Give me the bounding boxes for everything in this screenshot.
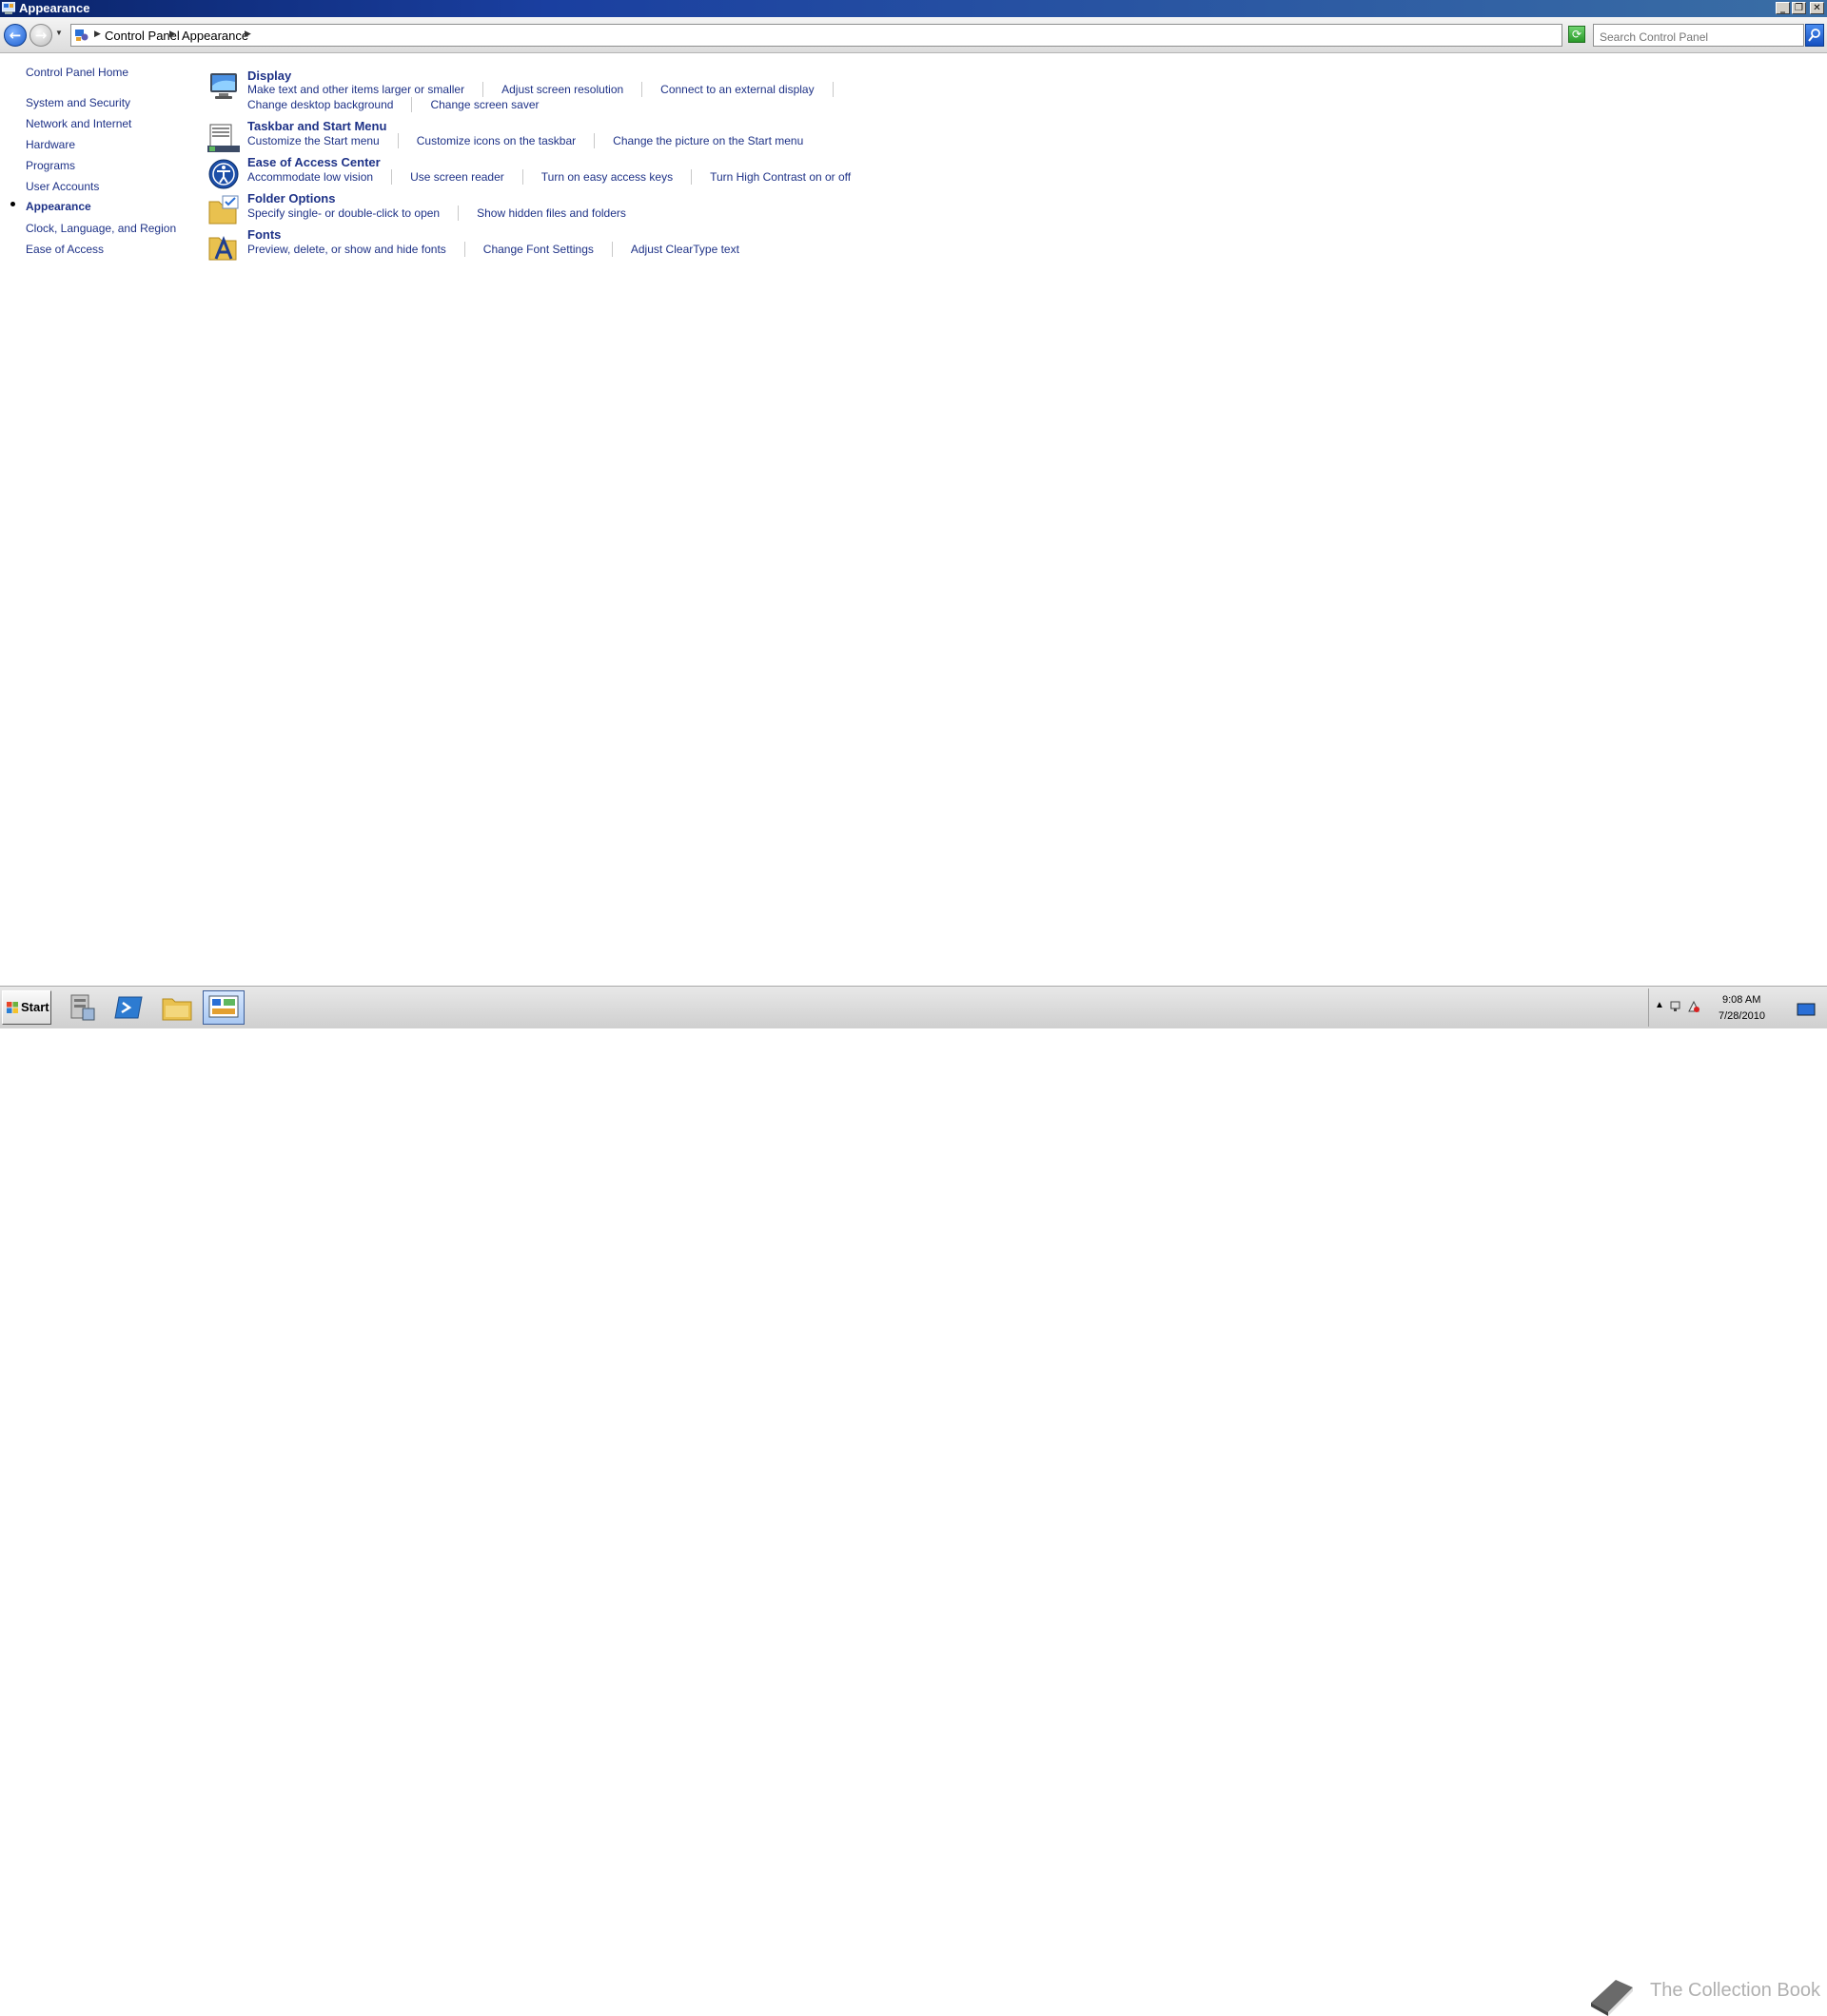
nav-clock-language-region[interactable]: Clock, Language, and Region	[26, 222, 176, 235]
fonts-tasks-row: Preview, delete, or show and hide fonts C…	[247, 242, 776, 257]
clock-date[interactable]: 7/28/2010	[1719, 1010, 1765, 1022]
display-tasks-row-1: Make text and other items larger or smal…	[247, 82, 852, 97]
breadcrumb-appearance[interactable]: Appearance	[182, 29, 248, 43]
windows-flag-icon	[7, 1002, 18, 1013]
server-manager-icon	[70, 994, 95, 1021]
recent-pages-dropdown-icon[interactable]: ▼	[55, 29, 63, 37]
powershell-button[interactable]	[108, 990, 150, 1025]
restore-button[interactable]: ❐	[1792, 2, 1806, 14]
task-adjust-screen-resolution[interactable]: Adjust screen resolution	[501, 82, 643, 97]
task-customize-start-menu[interactable]: Customize the Start menu	[247, 133, 399, 148]
category-fonts-title[interactable]: Fonts	[247, 227, 281, 242]
task-use-screen-reader[interactable]: Use screen reader	[410, 169, 523, 185]
folder-options-tasks-row: Specify single- or double-click to open S…	[247, 206, 662, 221]
close-button[interactable]: ✕	[1810, 2, 1824, 14]
task-preview-delete-fonts[interactable]: Preview, delete, or show and hide fonts	[247, 242, 465, 257]
task-easy-access-keys[interactable]: Turn on easy access keys	[541, 169, 693, 185]
watermark-text: The Collection Book	[1650, 1980, 1820, 2001]
task-change-start-menu-picture[interactable]: Change the picture on the Start menu	[613, 133, 821, 148]
forward-button[interactable]: →	[29, 24, 52, 47]
show-hidden-icons-icon[interactable]: ▲	[1655, 1000, 1664, 1010]
breadcrumb-control-panel[interactable]: Control Panel	[105, 29, 180, 43]
clock-time[interactable]: 9:08 AM	[1722, 994, 1760, 1006]
start-label: Start	[21, 1000, 49, 1014]
taskbar-tasks-row: Customize the Start menu Customize icons …	[247, 133, 839, 148]
display-tasks-row-2: Change desktop background Change screen s…	[247, 97, 576, 112]
task-change-font-settings[interactable]: Change Font Settings	[483, 242, 613, 257]
nav-programs[interactable]: Programs	[26, 159, 75, 172]
task-make-text-larger[interactable]: Make text and other items larger or smal…	[247, 82, 484, 97]
task-connect-external-display[interactable]: Connect to an external display	[660, 82, 834, 97]
task-high-contrast[interactable]: Turn High Contrast on or off	[710, 169, 869, 185]
back-button[interactable]: ←	[4, 24, 27, 47]
ease-of-access-tasks-row: Accommodate low vision Use screen reader T…	[247, 169, 887, 185]
watermark: The Collection Book	[1591, 1980, 1820, 2016]
breadcrumb[interactable]: ▶ Control Panel ▶ Appearance ▶ ▼	[70, 24, 1627, 47]
nav-ease-of-access[interactable]: Ease of Access	[26, 243, 104, 256]
window-title: Appearance	[19, 1, 90, 15]
network-icon[interactable]	[1670, 1000, 1683, 1013]
current-item-bullet	[10, 202, 15, 206]
display-icon[interactable]	[207, 70, 240, 103]
task-change-screen-saver[interactable]: Change screen saver	[430, 97, 557, 112]
fonts-icon[interactable]	[207, 230, 240, 263]
breadcrumb-separator-icon[interactable]: ▶	[94, 29, 101, 39]
nav-hardware[interactable]: Hardware	[26, 138, 75, 151]
control-panel-icon	[2, 2, 15, 14]
control-panel-icon	[75, 29, 88, 41]
task-accommodate-low-vision[interactable]: Accommodate low vision	[247, 169, 393, 185]
control-panel-taskbar-button[interactable]	[203, 990, 245, 1025]
category-taskbar-title[interactable]: Taskbar and Start Menu	[247, 119, 386, 133]
nav-system-and-security[interactable]: System and Security	[26, 96, 130, 109]
task-show-hidden-files[interactable]: Show hidden files and folders	[477, 206, 644, 221]
start-button[interactable]: Start	[2, 990, 51, 1025]
refresh-button[interactable]: ⟳	[1568, 26, 1585, 43]
show-desktop-icon[interactable]	[1790, 994, 1817, 1021]
task-customize-taskbar-icons[interactable]: Customize icons on the taskbar	[417, 133, 596, 148]
nav-network-and-internet[interactable]: Network and Internet	[26, 117, 131, 130]
explorer-icon	[162, 998, 192, 1021]
category-folder-options-title[interactable]: Folder Options	[247, 191, 335, 206]
nav-control-panel-home[interactable]: Control Panel Home	[26, 66, 128, 79]
task-adjust-cleartype[interactable]: Adjust ClearType text	[631, 242, 757, 257]
address-bar: ← → ▼ ▶ Control Panel ▶ Appearance ▶ ▼ ⟳	[0, 17, 1827, 53]
folder-options-icon[interactable]	[207, 194, 240, 226]
nav-appearance[interactable]: Appearance	[26, 200, 91, 213]
server-manager-button[interactable]	[61, 990, 103, 1025]
taskbar: Start ▲ The Collection Book	[0, 986, 1827, 2016]
book-icon	[1591, 1980, 1633, 2016]
task-change-desktop-background[interactable]: Change desktop background	[247, 97, 413, 112]
nav-user-accounts[interactable]: User Accounts	[26, 180, 99, 193]
task-single-double-click[interactable]: Specify single- or double-click to open	[247, 206, 460, 221]
category-display-title[interactable]: Display	[247, 69, 291, 83]
taskbar-icon[interactable]	[207, 122, 240, 154]
magnifier-icon	[1808, 29, 1820, 42]
search-icon[interactable]	[1805, 24, 1824, 47]
breadcrumb-separator-icon[interactable]: ▶	[245, 29, 251, 39]
search-input[interactable]	[1593, 24, 1804, 47]
title-bar[interactable]: Appearance _ ❐ ✕	[0, 0, 1827, 17]
ease-of-access-icon[interactable]	[207, 158, 240, 190]
action-center-icon[interactable]	[1687, 1000, 1700, 1013]
breadcrumb-separator-icon[interactable]: ▶	[169, 29, 176, 39]
category-ease-of-access-title[interactable]: Ease of Access Center	[247, 155, 381, 169]
minimize-button[interactable]: _	[1776, 2, 1790, 14]
powershell-icon	[114, 996, 143, 1019]
control-panel-icon	[208, 995, 239, 1018]
explorer-button[interactable]	[156, 990, 198, 1025]
